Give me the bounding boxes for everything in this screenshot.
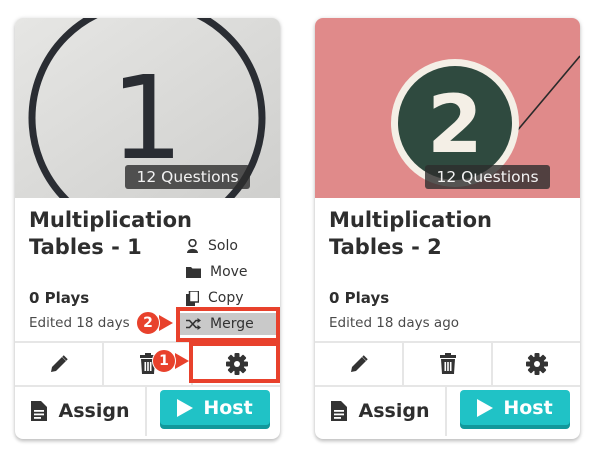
host-label: Host	[203, 396, 253, 419]
callout-pointer	[175, 353, 189, 369]
plays-count: 0 Plays	[329, 289, 390, 307]
host-button[interactable]: Host	[160, 390, 270, 425]
pencil-icon	[350, 355, 368, 372]
play-icon	[477, 398, 494, 417]
menu-item-move[interactable]: Move	[180, 261, 276, 283]
assign-label: Assign	[358, 400, 430, 422]
document-icon	[30, 401, 47, 421]
menu-item-label: Move	[210, 264, 248, 280]
document-icon	[330, 401, 347, 421]
settings-button[interactable]	[493, 343, 580, 385]
callout-pointer	[159, 315, 173, 331]
question-count-badge: 12 Questions	[125, 165, 250, 189]
question-count-badge: 12 Questions	[425, 165, 550, 189]
settings-highlight-box	[189, 342, 280, 383]
merge-highlight-box	[176, 307, 280, 342]
card-action-row: Assign Host	[15, 386, 280, 436]
card-icon-toolbar	[315, 341, 580, 387]
thumbnail-numeral: 2	[427, 78, 483, 171]
edited-timestamp: Edited 18 days ago	[329, 315, 460, 331]
trash-icon	[439, 353, 456, 374]
menu-item-label: Solo	[208, 238, 238, 254]
edited-timestamp: Edited 18 days	[29, 315, 130, 331]
delete-button[interactable]	[404, 343, 493, 385]
menu-item-label: Copy	[208, 290, 244, 306]
host-label: Host	[503, 396, 553, 419]
assign-button[interactable]: Assign	[15, 386, 147, 436]
plays-count: 0 Plays	[29, 289, 90, 307]
gear-icon	[525, 353, 548, 375]
solo-icon	[187, 239, 198, 253]
folder-icon	[186, 267, 201, 278]
menu-item-copy[interactable]: Copy	[180, 287, 276, 309]
callout-step-1: 1	[152, 349, 176, 373]
edit-button[interactable]	[15, 343, 104, 385]
quiz-card-2[interactable]: 2 12 Questions Multiplication Tables - 2…	[315, 18, 580, 439]
assign-label: Assign	[58, 400, 130, 422]
copy-icon	[186, 290, 199, 306]
host-button[interactable]: Host	[460, 390, 570, 425]
card-action-row: Assign Host	[315, 386, 580, 436]
menu-item-solo[interactable]: Solo	[180, 235, 276, 257]
edit-button[interactable]	[315, 343, 404, 385]
assign-button[interactable]: Assign	[315, 386, 447, 436]
card-title[interactable]: Multiplication Tables - 2	[329, 207, 569, 261]
pencil-icon	[50, 355, 68, 372]
play-icon	[177, 398, 194, 417]
callout-step-2: 2	[136, 311, 160, 335]
